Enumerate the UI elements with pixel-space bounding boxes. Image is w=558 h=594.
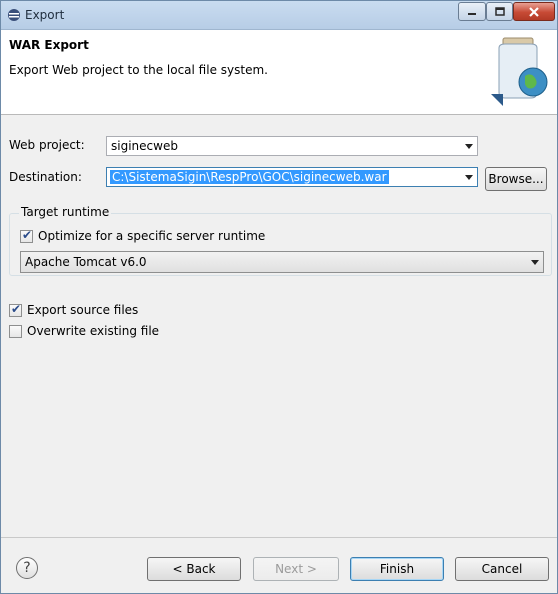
destination-label: Destination:: [9, 170, 82, 184]
wizard-description: Export Web project to the local file sys…: [9, 63, 268, 77]
export-source-label[interactable]: Export source files: [27, 303, 138, 317]
minimize-button[interactable]: [458, 2, 486, 21]
export-source-checkbox[interactable]: ✔: [9, 302, 22, 317]
chevron-down-icon: [531, 260, 539, 265]
back-button[interactable]: < Back: [147, 557, 241, 581]
overwrite-checkbox[interactable]: [9, 325, 22, 338]
button-bar-separator: [1, 537, 557, 538]
web-project-combo[interactable]: siginecweb: [106, 136, 478, 156]
overwrite-label[interactable]: Overwrite existing file: [27, 324, 159, 338]
wizard-header: WAR Export Export Web project to the loc…: [1, 30, 557, 115]
wizard-title: WAR Export: [9, 38, 89, 52]
runtime-combo[interactable]: Apache Tomcat v6.0: [20, 251, 544, 273]
browse-button[interactable]: Browse...: [485, 167, 547, 191]
destination-value[interactable]: C:\SistemaSigin\RespPro\GOC\siginecweb.w…: [110, 170, 389, 184]
title-bar[interactable]: Export: [1, 1, 557, 30]
war-export-banner-icon: [491, 37, 548, 106]
minimize-icon: [459, 3, 485, 20]
web-project-label: Web project:: [9, 138, 85, 152]
maximize-icon: [487, 3, 512, 20]
optimize-runtime-label[interactable]: Optimize for a specific server runtime: [38, 229, 265, 243]
finish-button[interactable]: Finish: [350, 557, 444, 581]
close-icon: [514, 3, 554, 20]
close-button[interactable]: [513, 2, 555, 21]
help-icon[interactable]: ?: [16, 557, 38, 579]
chevron-down-icon: [465, 175, 473, 180]
maximize-button[interactable]: [486, 2, 513, 21]
export-dialog: Export WAR Export Export Web project to …: [0, 0, 558, 594]
optimize-runtime-checkbox[interactable]: ✔: [20, 228, 33, 243]
checkmark-icon: ✔: [22, 228, 33, 242]
destination-combo[interactable]: C:\SistemaSigin\RespPro\GOC\siginecweb.w…: [106, 167, 478, 187]
cancel-button[interactable]: Cancel: [455, 557, 549, 581]
target-runtime-group-label: Target runtime: [19, 205, 112, 219]
next-button[interactable]: Next >: [253, 557, 339, 581]
export-app-icon: [8, 9, 20, 21]
window-title: Export: [25, 8, 65, 22]
runtime-value: Apache Tomcat v6.0: [25, 255, 147, 269]
web-project-value: siginecweb: [111, 139, 178, 153]
chevron-down-icon: [465, 144, 473, 149]
checkmark-icon: ✔: [11, 302, 22, 316]
